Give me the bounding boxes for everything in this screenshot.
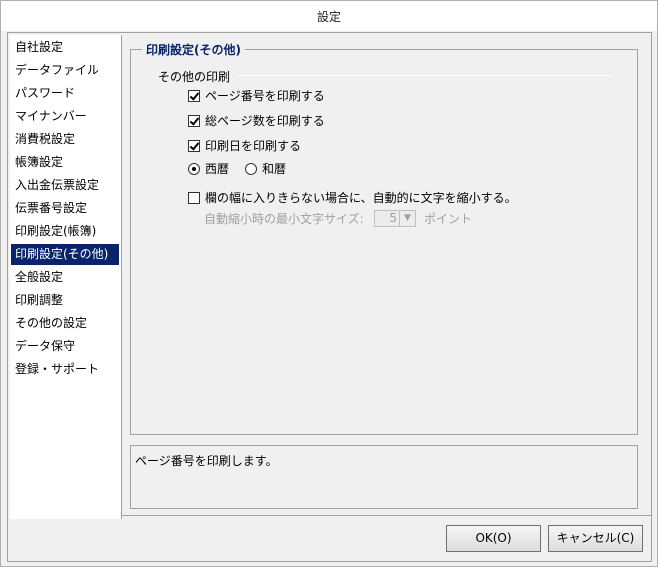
auto-shrink-label: 欄の幅に入りきらない場合に、自動的に文字を縮小する。 — [205, 191, 517, 205]
radio-unselected-icon[interactable] — [245, 163, 257, 175]
radio-selected-icon[interactable] — [188, 163, 200, 175]
section-label: その他の印刷 — [158, 70, 231, 84]
checkbox-checked-icon[interactable] — [188, 115, 200, 127]
sidebar-item-print-adjust[interactable]: 印刷調整 — [11, 290, 119, 311]
checkbox-checked-icon[interactable] — [188, 140, 200, 152]
print-other-group — [130, 49, 638, 435]
sidebar-item-data-maintenance[interactable]: データ保守 — [11, 336, 119, 357]
button-row-divider — [122, 515, 651, 516]
sidebar-item-password[interactable]: パスワード — [11, 83, 119, 104]
dialog-frame: 自社設定 データファイル パスワード マイナンバー 消費税設定 帳簿設定 入出金… — [7, 32, 652, 562]
sidebar-item-my-number[interactable]: マイナンバー — [11, 106, 119, 127]
print-date-checkbox[interactable]: 印刷日を印刷する — [188, 138, 301, 154]
sidebar-item-general[interactable]: 全般設定 — [11, 267, 119, 288]
sidebar-item-print-ledger[interactable]: 印刷設定(帳簿) — [11, 221, 119, 242]
section-divider — [237, 75, 612, 76]
window-title: 設定 — [1, 1, 657, 31]
total-pages-checkbox[interactable]: 総ページ数を印刷する — [188, 113, 325, 129]
sidebar-item-print-other[interactable]: 印刷設定(その他) — [11, 244, 119, 265]
ok-button[interactable]: OK(O) — [446, 525, 541, 552]
era-japanese-radio[interactable]: 和暦 — [245, 161, 286, 177]
sidebar-item-other-settings[interactable]: その他の設定 — [11, 313, 119, 334]
min-font-size-value: 5 — [389, 211, 397, 225]
print-date-label: 印刷日を印刷する — [205, 139, 302, 153]
sidebar-item-ledger[interactable]: 帳簿設定 — [11, 152, 119, 173]
sidebar-item-voucher-number[interactable]: 伝票番号設定 — [11, 198, 119, 219]
sidebar-item-registration-support[interactable]: 登録・サポート — [11, 359, 119, 380]
point-unit-label: ポイント — [424, 212, 473, 226]
checkbox-checked-icon[interactable] — [188, 90, 200, 102]
group-title: 印刷設定(その他) — [142, 41, 245, 58]
cancel-button[interactable]: キャンセル(C) — [548, 525, 643, 552]
sidebar-item-consumption-tax[interactable]: 消費税設定 — [11, 129, 119, 150]
sidebar-item-company[interactable]: 自社設定 — [11, 37, 119, 58]
min-font-size-label: 自動縮小時の最小文字サイズ: — [204, 212, 364, 226]
page-number-label: ページ番号を印刷する — [205, 89, 325, 103]
era-western-label: 西暦 — [205, 162, 230, 176]
total-pages-label: 総ページ数を印刷する — [205, 114, 325, 128]
era-japanese-label: 和暦 — [262, 162, 287, 176]
settings-category-list[interactable]: 自社設定 データファイル パスワード マイナンバー 消費税設定 帳簿設定 入出金… — [10, 35, 122, 519]
era-western-radio[interactable]: 西暦 — [188, 161, 229, 177]
settings-dialog: 設定 自社設定 データファイル パスワード マイナンバー 消費税設定 帳簿設定 … — [0, 0, 658, 567]
chevron-down-icon[interactable]: ▼ — [399, 211, 415, 226]
auto-shrink-checkbox[interactable]: 欄の幅に入りきらない場合に、自動的に文字を縮小する。 — [188, 190, 517, 206]
page-number-checkbox[interactable]: ページ番号を印刷する — [188, 88, 325, 104]
min-font-size-select[interactable]: 5 ▼ — [374, 210, 416, 227]
checkbox-unchecked-icon[interactable] — [188, 192, 200, 204]
sidebar-item-cash-voucher[interactable]: 入出金伝票設定 — [11, 175, 119, 196]
sidebar-item-data-file[interactable]: データファイル — [11, 60, 119, 81]
description-box: ページ番号を印刷します。 — [130, 445, 638, 509]
